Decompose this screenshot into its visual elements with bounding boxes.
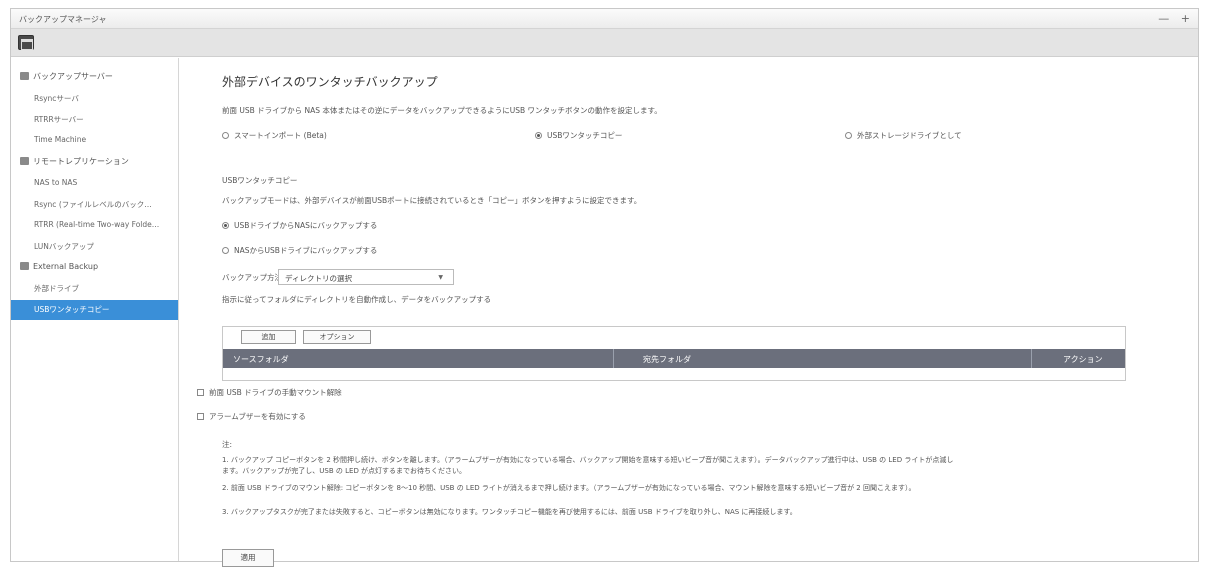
- radio-usb-one-touch-copy[interactable]: [535, 132, 542, 139]
- window-controls: — +: [1150, 12, 1190, 25]
- mode-smart-import[interactable]: スマートインポート (Beta): [222, 130, 327, 141]
- sidebar-item-usb-one-touch-copy[interactable]: USBワンタッチコピー: [11, 300, 178, 320]
- column-divider: [1031, 349, 1032, 368]
- radio-usb-to-nas[interactable]: [222, 222, 229, 229]
- sidebar-group-external-backup[interactable]: External Backup: [20, 262, 98, 271]
- direction-usb-to-nas[interactable]: USBドライブからNASにバックアップする: [222, 220, 377, 231]
- sidebar-group-backup-server[interactable]: バックアップサーバー: [20, 71, 113, 82]
- add-button[interactable]: 追加: [241, 330, 296, 344]
- backup-method-select[interactable]: ディレクトリの選択 ▼: [278, 269, 454, 285]
- section-description: バックアップモードは、外部デバイスが前面USBポートに接続されているとき「コピー…: [222, 196, 642, 205]
- chevron-down-icon: ▼: [438, 274, 443, 281]
- folder-table: 追加 オプション ソースフォルダ 宛先フォルダ アクション: [222, 326, 1126, 381]
- note-line: 3. バックアップタスクが完了または失敗すると、コピーボタンは無効になります。ワ…: [222, 508, 797, 516]
- buzzer-checkbox[interactable]: [197, 413, 204, 420]
- buzzer-checkbox-row[interactable]: アラームブザーを有効にする: [197, 411, 306, 422]
- sidebar: バックアップサーバー Rsyncサーバ RTRRサーバー Time Machin…: [11, 58, 179, 561]
- sidebar-item-rsync-server[interactable]: Rsyncサーバ: [34, 93, 174, 104]
- external-drive-icon: [20, 262, 29, 270]
- sidebar-item-rtrr[interactable]: RTRR (Real-time Two-way Folde…: [34, 220, 174, 229]
- backup-method-label: バックアップ方法:: [222, 273, 285, 282]
- sidebar-item-lun-backup[interactable]: LUNバックアップ: [34, 241, 174, 252]
- options-button[interactable]: オプション: [303, 330, 371, 344]
- radio-smart-import[interactable]: [222, 132, 229, 139]
- apply-button[interactable]: 適用: [222, 549, 274, 567]
- unmount-checkbox[interactable]: [197, 389, 204, 396]
- sidebar-item-time-machine[interactable]: Time Machine: [34, 135, 174, 144]
- sidebar-group-remote-replication[interactable]: リモートレプリケーション: [20, 156, 129, 167]
- sidebar-item-rsync[interactable]: Rsync (ファイルレベルのバック…: [34, 199, 174, 210]
- note-line: 2. 前面 USB ドライブのマウント解除: コピーボタンを 8～10 秒間、U…: [222, 484, 916, 492]
- direction-nas-to-usb[interactable]: NASからUSBドライブにバックアップする: [222, 245, 377, 256]
- column-destination-folder[interactable]: 宛先フォルダ: [643, 354, 691, 365]
- sidebar-item-rtrr-server[interactable]: RTRRサーバー: [34, 114, 174, 125]
- radio-nas-to-usb[interactable]: [222, 247, 229, 254]
- sidebar-item-nas-to-nas[interactable]: NAS to NAS: [34, 178, 174, 187]
- replication-icon: [20, 157, 29, 165]
- radio-external-storage[interactable]: [845, 132, 852, 139]
- page-description: 前面 USB ドライブから NAS 本体またはその逆にデータをバックアップできる…: [222, 106, 662, 115]
- column-source-folder[interactable]: ソースフォルダ: [233, 354, 289, 365]
- column-divider: [613, 349, 614, 368]
- toolbar: [11, 29, 1198, 57]
- mode-external-storage[interactable]: 外部ストレージドライブとして: [845, 130, 962, 141]
- mode-usb-one-touch-copy[interactable]: USBワンタッチコピー: [535, 130, 622, 141]
- table-header: ソースフォルダ 宛先フォルダ アクション: [223, 349, 1125, 368]
- window-title: バックアップマネージャ: [19, 15, 107, 24]
- column-action[interactable]: アクション: [1063, 354, 1103, 365]
- main-content: 外部デバイスのワンタッチバックアップ 前面 USB ドライブから NAS 本体ま…: [180, 58, 1198, 567]
- unmount-checkbox-row[interactable]: 前面 USB ドライブの手動マウント解除: [197, 387, 342, 398]
- backup-method-description: 指示に従ってフォルダにディレクトリを自動作成し、データをバックアップする: [222, 295, 492, 304]
- page-title: 外部デバイスのワンタッチバックアップ: [222, 75, 438, 89]
- server-icon: [20, 72, 29, 80]
- note-heading: 注:: [222, 440, 233, 449]
- minimize-button[interactable]: —: [1158, 12, 1169, 25]
- maximize-button[interactable]: +: [1181, 12, 1190, 25]
- note-line: ます。バックアップが完了し、USB の LED が点灯するまでお待ちください。: [222, 467, 467, 475]
- note-line: 1. バックアップ コピーボタンを 2 秒間押し続け、ボタンを離します。（アラー…: [222, 456, 954, 464]
- app-window: バックアップマネージャ — + バックアップサーバー Rsyncサーバ RTRR…: [10, 8, 1199, 567]
- main-menu-icon[interactable]: [18, 35, 34, 50]
- section-title: USBワンタッチコピー: [222, 176, 298, 185]
- title-bar: バックアップマネージャ — +: [11, 9, 1198, 29]
- sidebar-item-external-drive[interactable]: 外部ドライブ: [34, 283, 174, 294]
